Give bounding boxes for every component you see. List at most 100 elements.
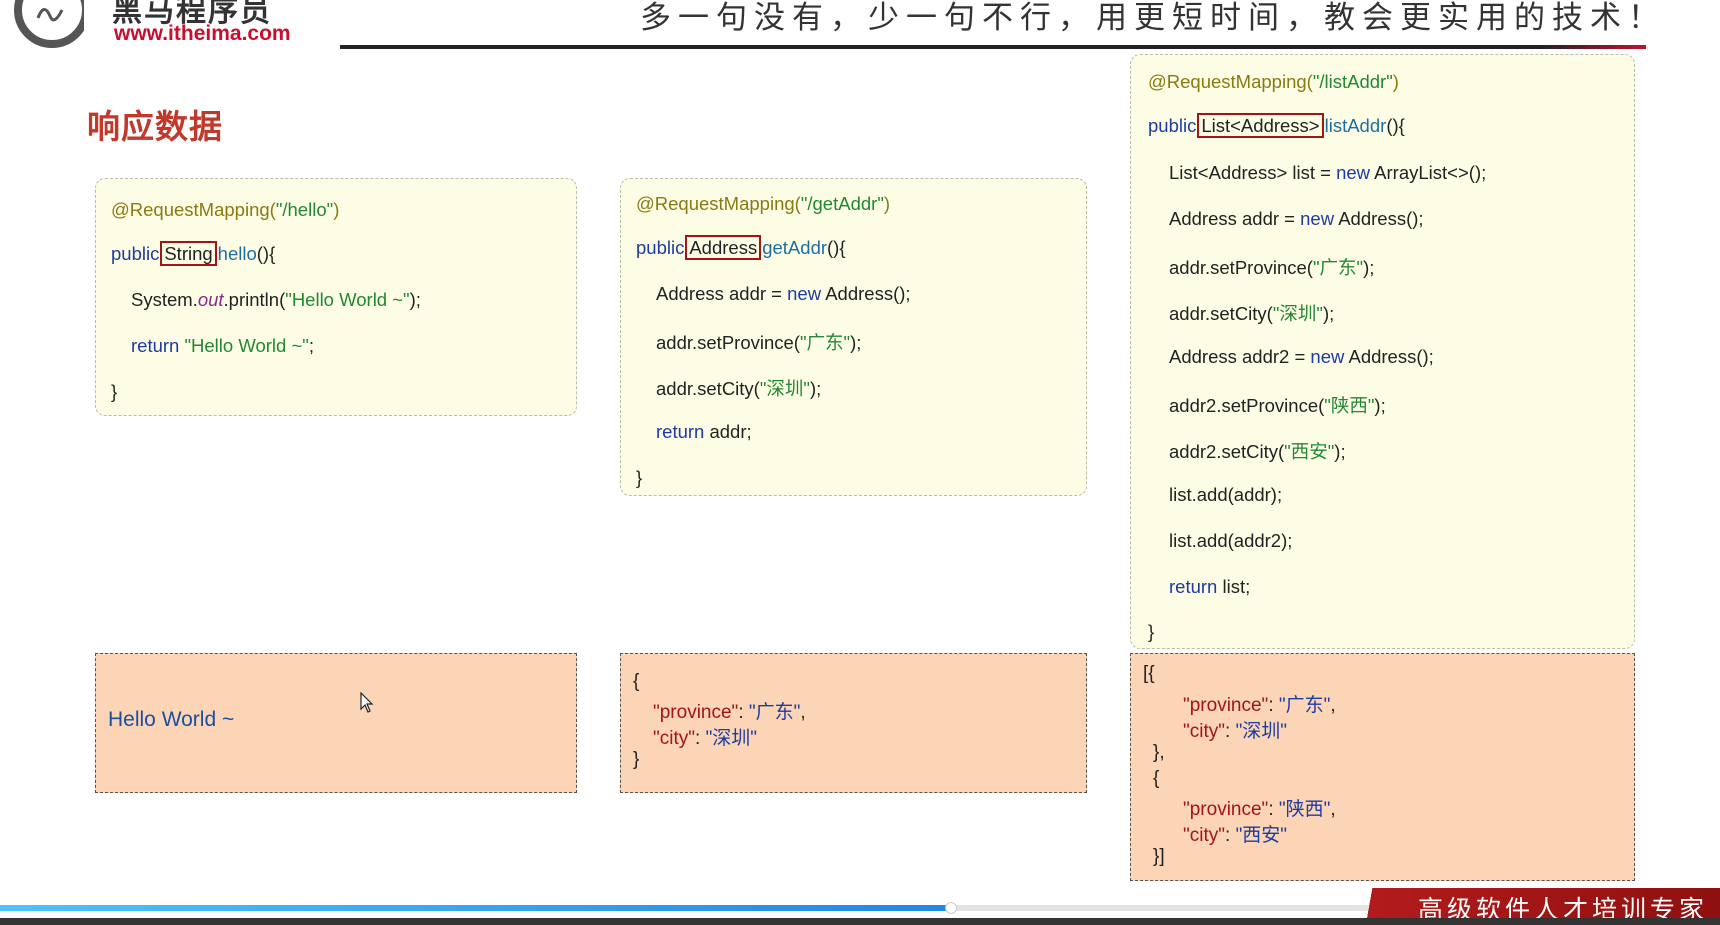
method-name: hello [217,243,257,264]
code-line-set-city: addr.setCity("深圳"); [656,375,821,401]
code-line-signature: public Address getAddr(){ [636,235,846,260]
string-literal: "深圳" [759,378,810,399]
code-line-brace: } [636,467,642,489]
println-arg: "Hello World ~" [285,289,410,310]
return-value: "Hello World ~" [184,335,309,356]
code-line-list-add: list.add(addr); [1169,484,1282,506]
annotation-close: ) [1392,71,1399,92]
code-line-signature: public List<Address> listAddr(){ [1148,113,1405,138]
code-line-return: return list; [1169,576,1250,598]
closing-brace: } [636,467,643,488]
code-line-annotation: @RequestMapping("/hello") [111,199,339,221]
json-province-line-2: "province": "陕西", [1183,794,1336,821]
code-text: ); [1323,303,1335,324]
code-text: Address addr = [1169,208,1301,229]
keyword-return: return [131,335,180,356]
code-text: addr; [704,421,752,442]
json-comma: , [800,702,806,723]
string-literal: "广东" [1312,257,1364,278]
code-text: addr2.setCity( [1169,441,1285,462]
json-close-brace: } [633,749,640,770]
println-end: ); [409,289,421,310]
slide-title: 响应数据 [87,107,223,146]
annotation-close: ) [333,199,340,220]
json-colon: : [695,728,706,749]
keyword-return: return [1169,576,1218,597]
annotation-text: @RequestMapping( [1148,71,1313,92]
return-type-highlight: List<Address> [1197,113,1324,138]
string-literal: "广东" [799,332,851,353]
code-line-new-list: List<Address> list = new ArrayList<>(); [1169,162,1486,184]
itheima-logo [14,0,84,48]
method-name: getAddr [762,237,828,258]
json-colon: : [1225,721,1236,742]
code-line-annotation: @RequestMapping("/getAddr") [636,193,890,215]
code-text: addr.setCity( [656,378,760,399]
keyword-new: new [1336,162,1371,183]
json-comma: , [1330,695,1336,716]
output-box-getaddr: { "province": "广东", "city": "深圳" } [620,653,1087,793]
method-tail: (){ [256,243,276,264]
json-key: "province" [1183,799,1269,820]
code-line-println: System.out.println("Hello World ~"); [131,289,421,311]
code-text: addr.setCity( [1169,303,1273,324]
json-value: "广东" [1278,695,1331,716]
code-text: List<Address> list = [1169,162,1337,183]
json-object-open: { [1153,768,1160,789]
code-line-set-city2: addr2.setCity("西安"); [1169,438,1346,464]
code-line-set-province2: addr2.setProvince("陕西"); [1169,392,1386,418]
keyword-public: public [1148,115,1197,136]
code-text: ); [1334,441,1346,462]
annotation-text: @RequestMapping( [636,193,801,214]
json-city-line-2: "city": "西安" [1183,820,1287,847]
json-array-open: [{ [1143,663,1155,684]
json-province-line-1: "province": "广东", [1183,690,1336,717]
println-prefix: System. [131,289,198,310]
annotation-text: @RequestMapping( [111,199,276,220]
progress-fill [0,905,952,911]
progress-handle[interactable] [945,902,958,914]
output-box-listaddr: [{ "province": "广东", "city": "深圳" }, { "… [1130,653,1635,881]
json-province-line: "province": "广东", [653,697,806,724]
code-line-return: return addr; [656,421,752,443]
method-name: listAddr [1324,115,1387,136]
json-key: "city" [1183,825,1225,846]
code-text: addr2.setProvince( [1169,395,1325,416]
closing-brace: } [1148,621,1155,642]
keyword-public: public [636,237,685,258]
json-key: "city" [1183,721,1225,742]
code-text: addr.setProvince( [656,332,800,353]
json-value: "深圳" [1235,721,1288,742]
json-open-brace: { [633,671,640,692]
code-line-set-province: addr.setProvince("广东"); [656,329,861,355]
code-text: Address(); [1334,208,1424,229]
json-key: "province" [653,702,739,723]
json-value: "深圳" [705,728,758,749]
json-key: "province" [1183,695,1269,716]
json-value: "陕西" [1278,799,1331,820]
code-text: ); [850,332,862,353]
code-text: Address addr = [656,283,788,304]
code-text: ); [1374,395,1386,416]
header-divider [340,45,1646,49]
code-line-signature: public String hello(){ [111,241,276,266]
keyword-new: new [1300,208,1335,229]
json-value: "广东" [748,702,801,723]
code-line-brace: } [1148,621,1154,643]
keyword-new: new [787,283,822,304]
code-text: ArrayList<>(); [1370,162,1487,183]
json-city-line: "city": "深圳" [653,723,757,750]
method-tail: (){ [827,237,846,258]
code-line-annotation: @RequestMapping("/listAddr") [1148,71,1399,93]
code-text: list.add(addr); [1169,484,1283,505]
output-box-hello: Hello World ~ [95,653,577,793]
annotation-close: ) [883,193,891,214]
json-colon: : [738,702,749,723]
mouse-pointer-icon [360,692,374,713]
code-text: Address addr2 = [1169,346,1311,367]
json-comma: , [1330,799,1336,820]
string-literal: "陕西" [1324,395,1375,416]
return-type-highlight: Address [685,235,762,260]
keyword-public: public [111,243,160,264]
json-value: "西安" [1235,825,1288,846]
